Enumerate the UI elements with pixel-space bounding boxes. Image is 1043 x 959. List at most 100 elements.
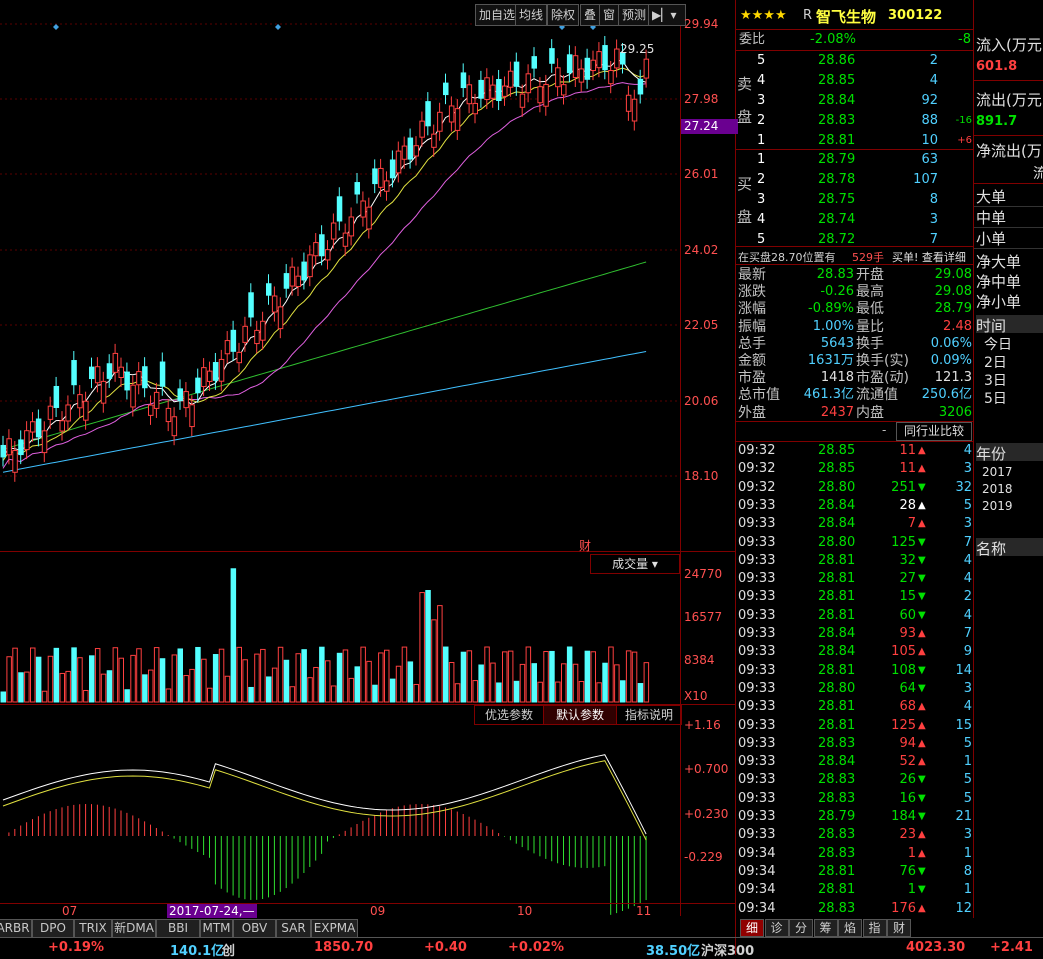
webi-label: 委比 (739, 32, 766, 47)
indicator-tab[interactable]: EXPMA (311, 919, 358, 938)
detail-tab[interactable]: 焰 (838, 919, 862, 937)
macd-tick: +1.16 (684, 718, 721, 732)
webi-value: -2.08% (810, 32, 856, 47)
detail-tab[interactable]: 分 (789, 919, 813, 937)
year-item[interactable]: 2019 (982, 499, 1013, 513)
ask-price[interactable]: 28.84 (818, 92, 855, 110)
indicator-tab[interactable]: SAR (276, 919, 311, 938)
ask-level: 2 (757, 113, 766, 128)
macd-tick: +0.700 (684, 762, 729, 776)
indicator-help-button[interactable]: 指标说明 (616, 705, 682, 725)
candle-body (71, 360, 77, 386)
volume-bar (295, 653, 301, 703)
tick-time: 09:33 (738, 680, 776, 696)
tick-time: 09:33 (738, 497, 776, 513)
arrow-down-icon: ▼ (918, 591, 926, 603)
window-button[interactable]: 窗 (599, 4, 620, 26)
arrow-down-icon: ▼ (918, 865, 926, 877)
candle-body (525, 73, 532, 94)
tick-volume: 26 (899, 772, 916, 788)
candle-body (35, 418, 42, 438)
year-item[interactable]: 2017 (982, 465, 1013, 479)
candle-body (431, 133, 437, 148)
tick-count: 21 (955, 809, 972, 824)
detail-tab[interactable]: 诊 (764, 919, 789, 937)
candle-body (24, 430, 30, 451)
tick-time: 09:34 (738, 863, 776, 879)
period-label[interactable]: 3日 (984, 370, 1007, 390)
volume-bar (342, 649, 349, 703)
ask-price[interactable]: 28.81 (818, 132, 855, 150)
finance-marker[interactable]: 财 (579, 537, 591, 554)
volume-bar (71, 647, 77, 703)
indicator-tab[interactable]: OBV (233, 919, 276, 938)
bid-price[interactable]: 28.75 (818, 191, 855, 209)
indicator-tab[interactable]: BBI (156, 919, 200, 938)
volume-bar (301, 649, 307, 703)
volume-bar (360, 646, 366, 703)
bid-price[interactable]: 28.79 (818, 151, 855, 169)
tick-count: 9 (963, 644, 972, 660)
volume-bar (159, 658, 166, 703)
divider (736, 264, 973, 265)
quote-value: 2.48 (943, 318, 972, 334)
indicator-tab[interactable]: MTM (200, 919, 233, 938)
period-label[interactable]: 2日 (984, 352, 1007, 372)
collapse-dash[interactable]: - (882, 423, 886, 437)
forecast-button[interactable]: 预测 (618, 4, 651, 26)
tick-time: 09:33 (738, 717, 776, 733)
tick-time: 09:33 (738, 607, 776, 623)
bid-price[interactable]: 28.78 (818, 171, 855, 189)
indicator-tab[interactable]: DPO (32, 919, 74, 938)
quote-value: 461.3亿 (803, 387, 854, 403)
industry-compare-button[interactable]: 同行业比较 (896, 422, 972, 441)
candle-body (637, 78, 644, 95)
detail-tab[interactable]: 细 (740, 919, 764, 937)
volume-bar (401, 646, 408, 703)
ask-price[interactable]: 28.85 (818, 72, 855, 90)
quote-value: 1.00% (812, 318, 854, 334)
tick-volume: 1 (907, 845, 916, 861)
optimize-params-button[interactable]: 优选参数 (474, 705, 544, 725)
view-detail-link[interactable]: 买单! 查看详细 (892, 249, 966, 265)
ask-price[interactable]: 28.83 (818, 112, 855, 130)
detail-tab[interactable]: 财 (887, 919, 911, 937)
tick-time: 09:33 (738, 809, 776, 824)
quote-value: 0.09% (930, 353, 972, 368)
volume-bar (277, 646, 284, 703)
volume-selector[interactable]: 成交量 ▾ (590, 554, 680, 574)
ask-price[interactable]: 28.86 (818, 52, 855, 70)
detail-tab[interactable]: 指 (862, 919, 887, 937)
indicator-tab[interactable]: 新DMA (112, 919, 156, 938)
default-params-button[interactable]: 默认参数 (543, 705, 617, 725)
tick-volume: 15 (899, 589, 916, 605)
period-label[interactable]: 今日 (984, 334, 1012, 354)
period-label[interactable]: 5日 (984, 388, 1007, 408)
detail-tab[interactable]: 筹 (813, 919, 838, 937)
volume-bar (348, 677, 355, 703)
ex-right-button[interactable]: 除权 (547, 4, 580, 26)
overlay-button[interactable]: 叠 (580, 4, 601, 26)
quote-value: 29.08 (934, 267, 972, 282)
forward-icon[interactable]: ▶▏▾ (648, 4, 686, 26)
indicator-tab[interactable]: TRIX (74, 919, 112, 938)
tick-time: 09:33 (738, 662, 776, 678)
tick-price: 28.79 (818, 809, 856, 824)
price-tick: 24.02 (684, 243, 719, 257)
candle-body (6, 438, 12, 456)
volume-tick: 24770 (684, 567, 723, 581)
year-item[interactable]: 2018 (982, 482, 1013, 496)
volume-bar (395, 665, 402, 703)
candle-body (555, 67, 561, 88)
bid-price[interactable]: 28.74 (818, 211, 855, 229)
volume-bar (177, 648, 183, 703)
status-index-name: 沪深300 (701, 944, 755, 959)
indicator-tab[interactable]: ARBR (0, 919, 32, 938)
buy-label: 盘 (737, 208, 753, 226)
add-favorite-button[interactable]: 加自选 (475, 4, 520, 26)
moving-average-button[interactable]: 均线 (515, 4, 548, 26)
candle-body (18, 439, 24, 456)
volume-bar (313, 666, 319, 703)
volume-bar (620, 680, 626, 703)
quote-value: 5643 (820, 335, 854, 351)
